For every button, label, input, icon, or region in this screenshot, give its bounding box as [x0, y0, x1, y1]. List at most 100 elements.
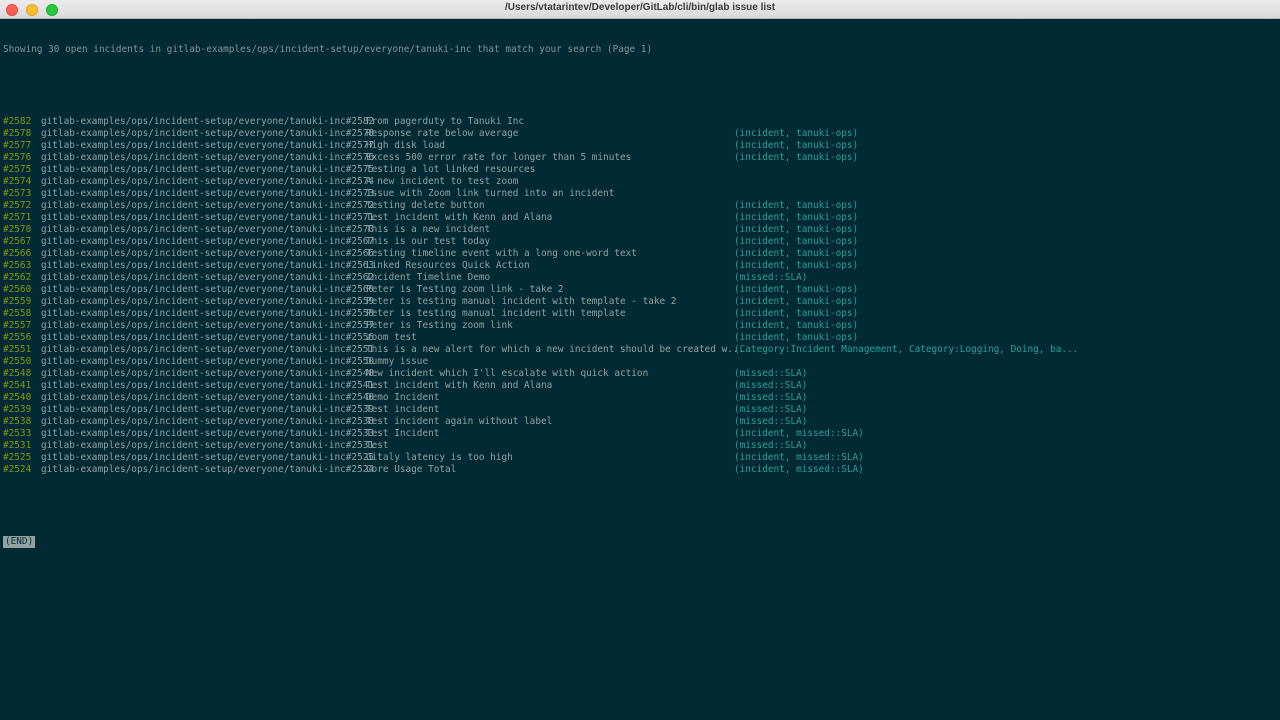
issue-reference: gitlab-examples/ops/incident-setup/every…: [41, 152, 375, 163]
issue-title: Peter is Testing zoom link: [366, 320, 513, 331]
issue-reference: gitlab-examples/ops/incident-setup/every…: [41, 452, 375, 463]
issue-row: #2557 gitlab-examples/ops/incident-setup/…: [3, 320, 1273, 332]
terminal-output[interactable]: Showing 30 open incidents in gitlab-exam…: [3, 20, 1273, 572]
issue-number: #2551: [3, 344, 32, 355]
issue-row: #2563 gitlab-examples/ops/incident-setup/…: [3, 260, 1273, 272]
terminal-window: /Users/vtatarintev/Developer/GitLab/cli/…: [0, 0, 1280, 720]
issue-number: #2559: [3, 296, 32, 307]
issue-title: Test incident again without label: [366, 416, 553, 427]
issue-row: #2574 gitlab-examples/ops/incident-setup/…: [3, 176, 1273, 188]
issue-reference: gitlab-examples/ops/incident-setup/every…: [41, 176, 375, 187]
issue-reference: gitlab-examples/ops/incident-setup/every…: [41, 428, 375, 439]
issue-row: #2524 gitlab-examples/ops/incident-setup/…: [3, 464, 1273, 476]
issue-number: #2548: [3, 368, 32, 379]
issue-reference: gitlab-examples/ops/incident-setup/every…: [41, 344, 375, 355]
issue-row: #2571 gitlab-examples/ops/incident-setup/…: [3, 212, 1273, 224]
issue-reference: gitlab-examples/ops/incident-setup/every…: [41, 188, 375, 199]
issue-labels: (missed::SLA): [734, 404, 808, 415]
issue-row: #2538 gitlab-examples/ops/incident-setup/…: [3, 416, 1273, 428]
issue-row: #2582 gitlab-examples/ops/incident-setup/…: [3, 116, 1273, 128]
issue-labels: (incident, missed::SLA): [734, 464, 864, 475]
title-bar: /Users/vtatarintev/Developer/GitLab/cli/…: [0, 0, 1280, 19]
issue-labels: (incident, tanuki-ops): [734, 236, 859, 247]
issue-title: Linked Resources Quick Action: [366, 260, 530, 271]
issue-row: #2525 gitlab-examples/ops/incident-setup/…: [3, 452, 1273, 464]
issue-row: #2562 gitlab-examples/ops/incident-setup/…: [3, 272, 1273, 284]
issue-title: Peter is testing manual incident with te…: [366, 308, 626, 319]
issue-title: A new incident to test zoom: [366, 176, 519, 187]
issue-row: #2566 gitlab-examples/ops/incident-setup/…: [3, 248, 1273, 260]
pager-end-indicator: (END): [3, 536, 36, 548]
issue-title: Dummy issue: [366, 356, 429, 367]
issue-number: #2557: [3, 320, 32, 331]
issue-row: #2575 gitlab-examples/ops/incident-setup/…: [3, 164, 1273, 176]
issue-reference: gitlab-examples/ops/incident-setup/every…: [41, 368, 375, 379]
issue-number: #2538: [3, 416, 32, 427]
issue-title: Core Usage Total: [366, 464, 457, 475]
issue-number: #2577: [3, 140, 32, 151]
issue-labels: (incident, missed::SLA): [734, 452, 864, 463]
issue-row: #2558 gitlab-examples/ops/incident-setup/…: [3, 308, 1273, 320]
issue-labels: (incident, missed::SLA): [734, 428, 864, 439]
issue-row: #2540 gitlab-examples/ops/incident-setup/…: [3, 392, 1273, 404]
issue-labels: (incident, tanuki-ops): [734, 248, 859, 259]
issue-reference: gitlab-examples/ops/incident-setup/every…: [41, 212, 375, 223]
issue-row: #2539 gitlab-examples/ops/incident-setup/…: [3, 404, 1273, 416]
results-summary: Showing 30 open incidents in gitlab-exam…: [3, 44, 653, 55]
window-title: /Users/vtatarintev/Developer/GitLab/cli/…: [504, 2, 776, 13]
issue-number: #2574: [3, 176, 32, 187]
issue-reference: gitlab-examples/ops/incident-setup/every…: [41, 200, 375, 211]
issue-title: New incident which I'll escalate with qu…: [366, 368, 649, 379]
issue-title: Test incident with Kenn and Alana: [366, 380, 553, 391]
issue-number: #2533: [3, 428, 32, 439]
issue-row: #2533 gitlab-examples/ops/incident-setup/…: [3, 428, 1273, 440]
issue-labels: (incident, tanuki-ops): [734, 260, 859, 271]
issue-list: #2582 gitlab-examples/ops/incident-setup/…: [3, 116, 1273, 476]
issue-reference: gitlab-examples/ops/incident-setup/every…: [41, 116, 375, 127]
issue-number: #2567: [3, 236, 32, 247]
issue-number: #2571: [3, 212, 32, 223]
issue-reference: gitlab-examples/ops/incident-setup/every…: [41, 224, 375, 235]
issue-number: #2563: [3, 260, 32, 271]
issue-row: #2560 gitlab-examples/ops/incident-setup/…: [3, 284, 1273, 296]
issue-title: Testing a lot linked resources: [366, 164, 536, 175]
issue-title: From pagerduty to Tanuki Inc: [366, 116, 525, 127]
issue-labels: (incident, tanuki-ops): [734, 152, 859, 163]
issue-number: #2578: [3, 128, 32, 139]
issue-labels: (incident, tanuki-ops): [734, 140, 859, 151]
issue-row: #2577 gitlab-examples/ops/incident-setup/…: [3, 140, 1273, 152]
issue-number: #2576: [3, 152, 32, 163]
issue-labels: (incident, tanuki-ops): [734, 308, 859, 319]
issue-reference: gitlab-examples/ops/incident-setup/every…: [41, 392, 375, 403]
issue-reference: gitlab-examples/ops/incident-setup/every…: [41, 308, 375, 319]
issue-number: #2560: [3, 284, 32, 295]
issue-title: Peter is testing manual incident with te…: [366, 296, 677, 307]
issue-reference: gitlab-examples/ops/incident-setup/every…: [41, 272, 375, 283]
issue-labels: (incident, tanuki-ops): [734, 296, 859, 307]
issue-number: #2562: [3, 272, 32, 283]
issue-reference: gitlab-examples/ops/incident-setup/every…: [41, 128, 375, 139]
issue-title: Response rate below average: [366, 128, 519, 139]
issue-title: This is our test today: [366, 236, 491, 247]
issue-row: #2570 gitlab-examples/ops/incident-setup/…: [3, 224, 1273, 236]
issue-row: #2576 gitlab-examples/ops/incident-setup/…: [3, 152, 1273, 164]
issue-number: #2572: [3, 200, 32, 211]
issue-reference: gitlab-examples/ops/incident-setup/every…: [41, 416, 375, 427]
issue-number: #2525: [3, 452, 32, 463]
issue-labels: (incident, tanuki-ops): [734, 284, 859, 295]
issue-number: #2570: [3, 224, 32, 235]
issue-number: #2540: [3, 392, 32, 403]
issue-title: Incident Timeline Demo: [366, 272, 491, 283]
issue-labels: (incident, tanuki-ops): [734, 224, 859, 235]
issue-number: #2531: [3, 440, 32, 451]
issue-reference: gitlab-examples/ops/incident-setup/every…: [41, 260, 375, 271]
issue-title: High disk load: [366, 140, 446, 151]
issue-number: #2524: [3, 464, 32, 475]
issue-number: #2566: [3, 248, 32, 259]
issue-labels: (missed::SLA): [734, 272, 808, 283]
issue-reference: gitlab-examples/ops/incident-setup/every…: [41, 236, 375, 247]
issue-reference: gitlab-examples/ops/incident-setup/every…: [41, 140, 375, 151]
issue-row: #2548 gitlab-examples/ops/incident-setup/…: [3, 368, 1273, 380]
